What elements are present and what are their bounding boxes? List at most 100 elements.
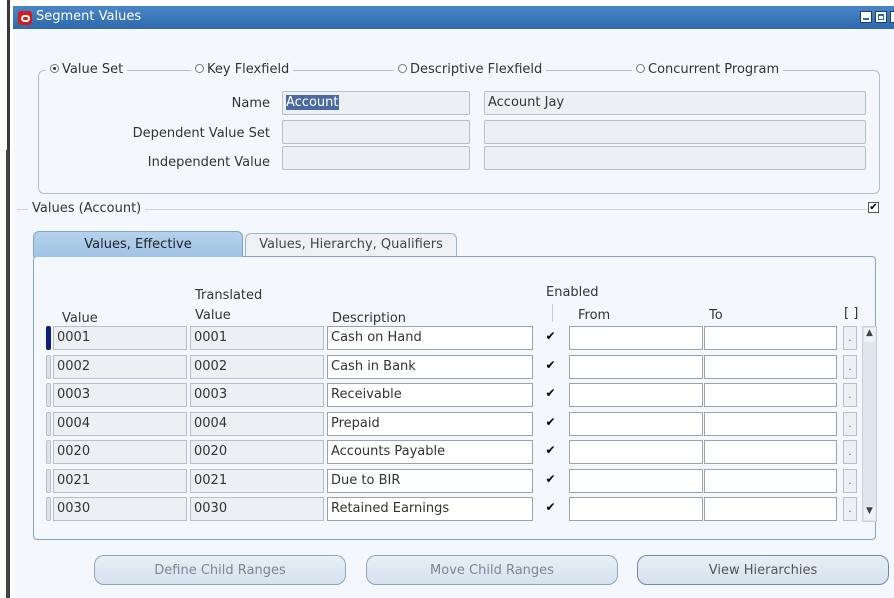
dff-more-button[interactable]: . [843,326,857,350]
column-header-value: Value [62,311,98,326]
vertical-scrollbar[interactable]: ▲ ▼ [862,326,877,522]
translated-value-cell[interactable]: 0001 [190,326,324,350]
value-cell[interactable]: 0030 [53,497,187,521]
dependent-value-set-field[interactable] [282,120,470,144]
value-cell[interactable]: 0020 [53,440,187,464]
description-cell[interactable]: Prepaid [327,412,533,436]
translated-value-cell[interactable]: 0021 [190,469,324,493]
scroll-down-icon[interactable]: ▼ [864,506,875,520]
enabled-divider [552,304,553,322]
section-checkbox[interactable]: ✔ [868,202,879,213]
row-selector[interactable] [46,326,51,350]
column-header-dff: [ ] [844,306,859,321]
left-window-frame [0,0,10,598]
value-cell[interactable]: 0004 [53,412,187,436]
enabled-checkbox[interactable]: ✔ [545,416,556,429]
description-cell[interactable]: Cash in Bank [327,355,533,379]
tab-values-effective[interactable]: Values, Effective [33,231,243,257]
value-cell[interactable]: 0002 [53,355,187,379]
to-date-cell[interactable] [704,412,837,436]
from-date-cell[interactable] [569,497,703,521]
window-title: Segment Values [36,9,142,24]
oracle-logo-icon [18,11,32,25]
column-header-enabled: Enabled [546,285,599,300]
radio-descriptive-flexfield[interactable]: Descriptive Flexfield [394,62,547,77]
close-icon[interactable] [890,11,894,23]
description-cell[interactable]: Cash on Hand [327,326,533,350]
name-description-field[interactable]: Account Jay [484,91,866,115]
enabled-checkbox[interactable]: ✔ [545,330,556,343]
row-selector[interactable] [46,383,51,407]
dff-more-button[interactable]: . [843,497,857,521]
row-selector[interactable] [46,412,51,436]
column-header-from: From [578,308,611,323]
enabled-checkbox[interactable]: ✔ [545,444,556,457]
title-bar: Segment Values [13,6,894,29]
radio-icon [195,64,204,73]
radio-concurrent-program[interactable]: Concurrent Program [632,62,784,77]
to-date-cell[interactable] [704,440,837,464]
row-selector[interactable] [46,355,51,379]
translated-value-cell[interactable]: 0004 [190,412,324,436]
value-cell[interactable]: 0003 [53,383,187,407]
name-label: Name [231,96,270,111]
from-date-cell[interactable] [569,412,703,436]
independent-value-field[interactable] [282,146,470,170]
dff-more-button[interactable]: . [843,469,857,493]
radio-key-flexfield[interactable]: Key Flexfield [191,62,294,77]
scroll-up-icon[interactable]: ▲ [864,328,875,342]
minimize-icon[interactable] [860,11,872,23]
enabled-checkbox[interactable]: ✔ [545,473,556,486]
dff-more-button[interactable]: . [843,440,857,464]
row-selector[interactable] [46,497,51,521]
section-divider [17,209,879,210]
tab-values-hierarchy-qualifiers[interactable]: Values, Hierarchy, Qualifiers [245,233,457,256]
translated-value-cell[interactable]: 0030 [190,497,324,521]
radio-value-set[interactable]: Value Set [46,62,128,77]
row-selector[interactable] [46,440,51,464]
view-hierarchies-button[interactable]: View Hierarchies [637,555,889,585]
independent-value-desc-field[interactable] [484,146,866,170]
to-date-cell[interactable] [704,497,837,521]
define-child-ranges-button[interactable]: Define Child Ranges [94,555,346,585]
to-date-cell[interactable] [704,383,837,407]
move-child-ranges-button[interactable]: Move Child Ranges [366,555,618,585]
value-cell[interactable]: 0001 [53,326,187,350]
from-date-cell[interactable] [569,326,703,350]
from-date-cell[interactable] [569,383,703,407]
translated-value-cell[interactable]: 0020 [190,440,324,464]
from-date-cell[interactable] [569,440,703,464]
row-selector[interactable] [46,469,51,493]
enabled-checkbox[interactable]: ✔ [545,359,556,372]
description-cell[interactable]: Receivable [327,383,533,407]
translated-value-cell[interactable]: 0002 [190,355,324,379]
translated-value-cell[interactable]: 0003 [190,383,324,407]
independent-value-label: Independent Value [147,155,270,170]
radio-selected-icon [50,64,59,73]
to-date-cell[interactable] [704,469,837,493]
maximize-icon[interactable] [875,11,887,23]
enabled-checkbox[interactable]: ✔ [545,387,556,400]
radio-icon [398,64,407,73]
description-cell[interactable]: Retained Earnings [327,497,533,521]
section-title: Values (Account) [28,201,146,216]
to-date-cell[interactable] [704,355,837,379]
dff-more-button[interactable]: . [843,383,857,407]
from-date-cell[interactable] [569,355,703,379]
description-cell[interactable]: Due to BIR [327,469,533,493]
radio-icon [636,64,645,73]
dff-more-button[interactable]: . [843,412,857,436]
column-header-description: Description [332,311,407,326]
dff-more-button[interactable]: . [843,355,857,379]
column-header-to: To [709,308,723,323]
description-cell[interactable]: Accounts Payable [327,440,533,464]
column-header-translated-value: Value [195,308,231,323]
dependent-value-set-desc-field[interactable] [484,120,866,144]
dependent-value-set-label: Dependent Value Set [132,126,270,141]
value-cell[interactable]: 0021 [53,469,187,493]
column-header-translated: Translated [195,288,263,303]
from-date-cell[interactable] [569,469,703,493]
enabled-checkbox[interactable]: ✔ [545,501,556,514]
to-date-cell[interactable] [704,326,837,350]
name-field[interactable]: Account [282,91,470,115]
